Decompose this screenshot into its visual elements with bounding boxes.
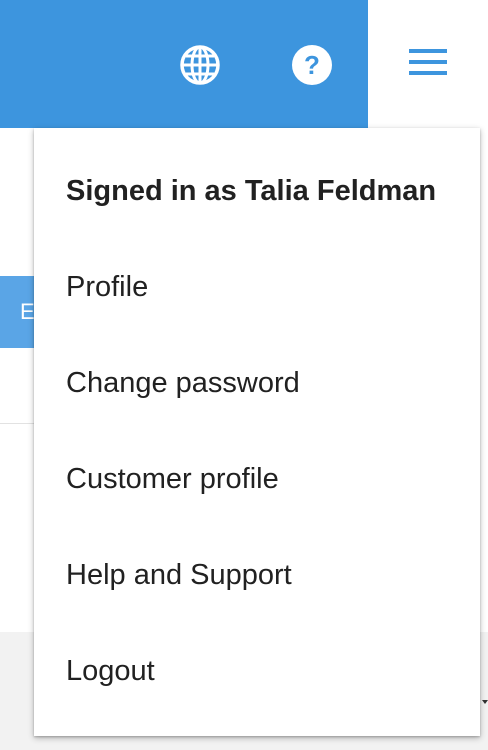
svg-text:?: ?	[304, 50, 320, 80]
menu-item-help-and-support[interactable]: Help and Support	[66, 557, 292, 593]
signed-in-label: Signed in as Talia Feldman	[66, 175, 437, 207]
user-menu-dropdown: Signed in as Talia Feldman Profile Chang…	[34, 128, 480, 736]
top-app-bar: ?	[0, 0, 488, 128]
hamburger-menu-icon	[409, 48, 447, 80]
menu-item-customer-profile[interactable]: Customer profile	[66, 461, 279, 497]
dropdown-caret-icon	[482, 700, 488, 704]
menu-item-logout[interactable]: Logout	[66, 653, 155, 689]
menu-item-profile[interactable]: Profile	[66, 269, 148, 305]
help-circle-icon[interactable]: ?	[291, 44, 333, 86]
globe-icon[interactable]	[179, 44, 221, 86]
hamburger-menu-button[interactable]	[368, 0, 488, 128]
menu-item-change-password[interactable]: Change password	[66, 365, 300, 401]
